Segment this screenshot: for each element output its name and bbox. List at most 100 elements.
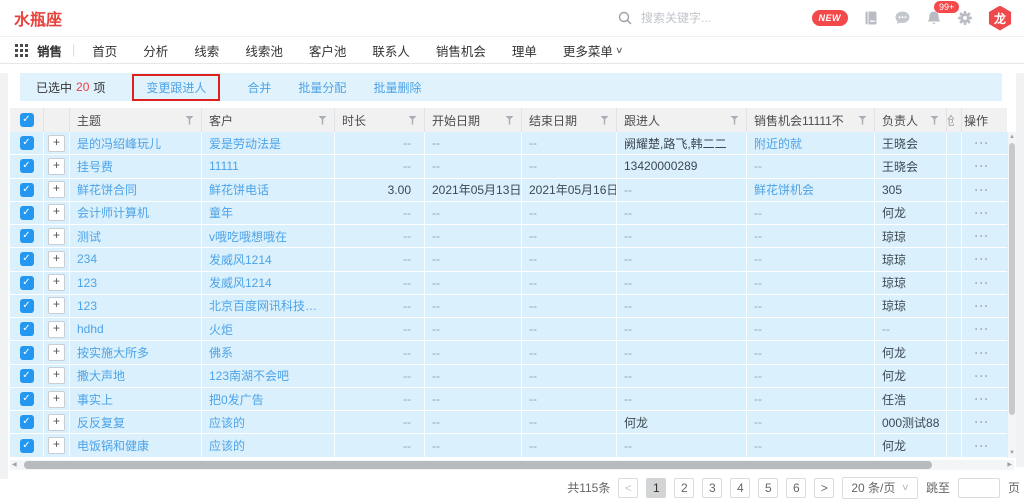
customer-link[interactable]: v哦吃哦想哦在 bbox=[209, 228, 287, 245]
vertical-scrollbar-thumb[interactable] bbox=[1009, 143, 1015, 415]
opportunity-link[interactable]: 鲜花饼机会 bbox=[754, 181, 814, 198]
row-actions-button[interactable]: ··· bbox=[975, 159, 990, 173]
filter-icon[interactable] bbox=[505, 116, 514, 125]
expand-button[interactable]: + bbox=[48, 414, 65, 431]
prev-page-button[interactable]: < bbox=[618, 478, 638, 498]
customer-link[interactable]: 爱是劳动法是 bbox=[209, 135, 281, 152]
row-actions-button[interactable]: ··· bbox=[975, 415, 990, 429]
row-checkbox[interactable]: ✓ bbox=[20, 346, 34, 360]
nav-item[interactable]: 分析 bbox=[130, 41, 181, 60]
row-checkbox[interactable]: ✓ bbox=[20, 206, 34, 220]
row-checkbox[interactable]: ✓ bbox=[20, 439, 34, 453]
row-actions-button[interactable]: ··· bbox=[975, 276, 990, 290]
row-checkbox[interactable]: ✓ bbox=[20, 252, 34, 266]
expand-button[interactable]: + bbox=[48, 135, 65, 152]
subject-link[interactable]: 撒大声地 bbox=[77, 367, 125, 384]
row-checkbox[interactable]: ✓ bbox=[20, 415, 34, 429]
filter-icon[interactable] bbox=[318, 116, 327, 125]
row-actions-button[interactable]: ··· bbox=[975, 299, 990, 313]
row-actions-button[interactable]: ··· bbox=[975, 252, 990, 266]
page-button[interactable]: 4 bbox=[730, 478, 750, 498]
search-input[interactable] bbox=[639, 10, 773, 26]
customer-link[interactable]: 应该的 bbox=[209, 437, 245, 454]
nav-item[interactable]: 线索池 bbox=[232, 41, 296, 60]
bell-icon[interactable]: 99+ bbox=[926, 10, 942, 27]
new-badge[interactable]: NEW bbox=[812, 10, 849, 26]
vertical-scrollbar[interactable]: ▲ ▼ bbox=[1007, 132, 1016, 458]
expand-button[interactable]: + bbox=[48, 251, 65, 268]
row-actions-button[interactable]: ··· bbox=[975, 392, 990, 406]
row-checkbox[interactable]: ✓ bbox=[20, 392, 34, 406]
subject-link[interactable]: 会计师计算机 bbox=[77, 204, 149, 221]
expand-button[interactable]: + bbox=[48, 158, 65, 175]
scroll-up-icon[interactable]: ▲ bbox=[1008, 132, 1016, 142]
filter-icon[interactable] bbox=[600, 116, 609, 125]
expand-button[interactable]: + bbox=[48, 321, 65, 338]
subject-link[interactable]: 电饭锅和健康 bbox=[77, 437, 149, 454]
filter-icon[interactable] bbox=[858, 116, 867, 125]
customer-link[interactable]: 123南湖不会吧 bbox=[209, 367, 289, 384]
customer-link[interactable]: 11111 bbox=[209, 159, 239, 173]
page-button[interactable]: 5 bbox=[758, 478, 778, 498]
filter-icon[interactable] bbox=[408, 116, 417, 125]
page-size-select[interactable]: 20 条/页 ∨ bbox=[842, 477, 918, 499]
nav-module-label[interactable]: 销售 bbox=[37, 41, 62, 60]
subject-link[interactable]: 挂号费 bbox=[77, 158, 113, 175]
customer-link[interactable]: 北京百度网讯科技有限公司 bbox=[209, 297, 327, 314]
nav-item[interactable]: 理单 bbox=[499, 41, 550, 60]
subject-link[interactable]: 测试 bbox=[77, 228, 101, 245]
expand-button[interactable]: + bbox=[48, 391, 65, 408]
toolbar-action-button[interactable]: 变更跟进人 bbox=[146, 79, 206, 96]
customer-link[interactable]: 把0发广告 bbox=[209, 391, 264, 408]
scroll-left-icon[interactable]: ◀ bbox=[12, 460, 17, 470]
customer-link[interactable]: 鲜花饼电话 bbox=[209, 181, 269, 198]
row-actions-button[interactable]: ··· bbox=[975, 346, 990, 360]
customer-link[interactable]: 火炬 bbox=[209, 321, 233, 338]
row-actions-button[interactable]: ··· bbox=[975, 322, 990, 336]
subject-link[interactable]: 按实施大所多 bbox=[77, 344, 149, 361]
row-actions-button[interactable]: ··· bbox=[975, 229, 990, 243]
nav-item[interactable]: 线索 bbox=[181, 41, 232, 60]
row-actions-button[interactable]: ··· bbox=[975, 206, 990, 220]
page-button[interactable]: 6 bbox=[786, 478, 806, 498]
subject-link[interactable]: 123 bbox=[77, 276, 97, 290]
expand-button[interactable]: + bbox=[48, 297, 65, 314]
next-page-button[interactable]: > bbox=[814, 478, 834, 498]
filter-icon[interactable] bbox=[730, 116, 739, 125]
chat-icon[interactable] bbox=[894, 10, 911, 26]
subject-link[interactable]: hdhd bbox=[77, 322, 104, 336]
row-checkbox[interactable]: ✓ bbox=[20, 369, 34, 383]
app-logo[interactable]: 水瓶座 bbox=[14, 6, 62, 30]
row-actions-button[interactable]: ··· bbox=[975, 183, 990, 197]
nav-item[interactable]: 联系人 bbox=[359, 41, 423, 60]
row-checkbox[interactable]: ✓ bbox=[20, 276, 34, 290]
expand-button[interactable]: + bbox=[48, 344, 65, 361]
expand-button[interactable]: + bbox=[48, 367, 65, 384]
nav-item[interactable]: 销售机会 bbox=[423, 41, 499, 60]
expand-button[interactable]: + bbox=[48, 228, 65, 245]
expand-button[interactable]: + bbox=[48, 437, 65, 454]
jump-page-input[interactable] bbox=[958, 478, 1000, 498]
row-actions-button[interactable]: ··· bbox=[975, 136, 990, 150]
row-actions-button[interactable]: ··· bbox=[975, 439, 990, 453]
toolbar-action-button[interactable]: 批量删除 bbox=[373, 79, 421, 96]
toolbar-action-button[interactable]: 合并 bbox=[247, 79, 271, 96]
nav-item[interactable]: 客户池 bbox=[296, 41, 360, 60]
row-checkbox[interactable]: ✓ bbox=[20, 229, 34, 243]
scroll-down-icon[interactable]: ▼ bbox=[1008, 448, 1016, 458]
gear-icon[interactable] bbox=[957, 10, 973, 26]
scroll-right-icon[interactable]: ▶ bbox=[1007, 460, 1012, 470]
row-checkbox[interactable]: ✓ bbox=[20, 299, 34, 313]
notebook-icon[interactable] bbox=[863, 10, 879, 26]
row-checkbox[interactable]: ✓ bbox=[20, 183, 34, 197]
customer-link[interactable]: 佛系 bbox=[209, 344, 233, 361]
subject-link[interactable]: 事实上 bbox=[77, 391, 113, 408]
row-checkbox[interactable]: ✓ bbox=[20, 322, 34, 336]
page-button[interactable]: 1 bbox=[646, 478, 666, 498]
row-actions-button[interactable]: ··· bbox=[975, 369, 990, 383]
opportunity-link[interactable]: 附近的就 bbox=[754, 135, 802, 152]
horizontal-scrollbar-thumb[interactable] bbox=[24, 461, 932, 469]
nav-item-more[interactable]: 更多菜单 ∨ bbox=[550, 41, 629, 60]
page-button[interactable]: 3 bbox=[702, 478, 722, 498]
row-checkbox[interactable]: ✓ bbox=[20, 159, 34, 173]
